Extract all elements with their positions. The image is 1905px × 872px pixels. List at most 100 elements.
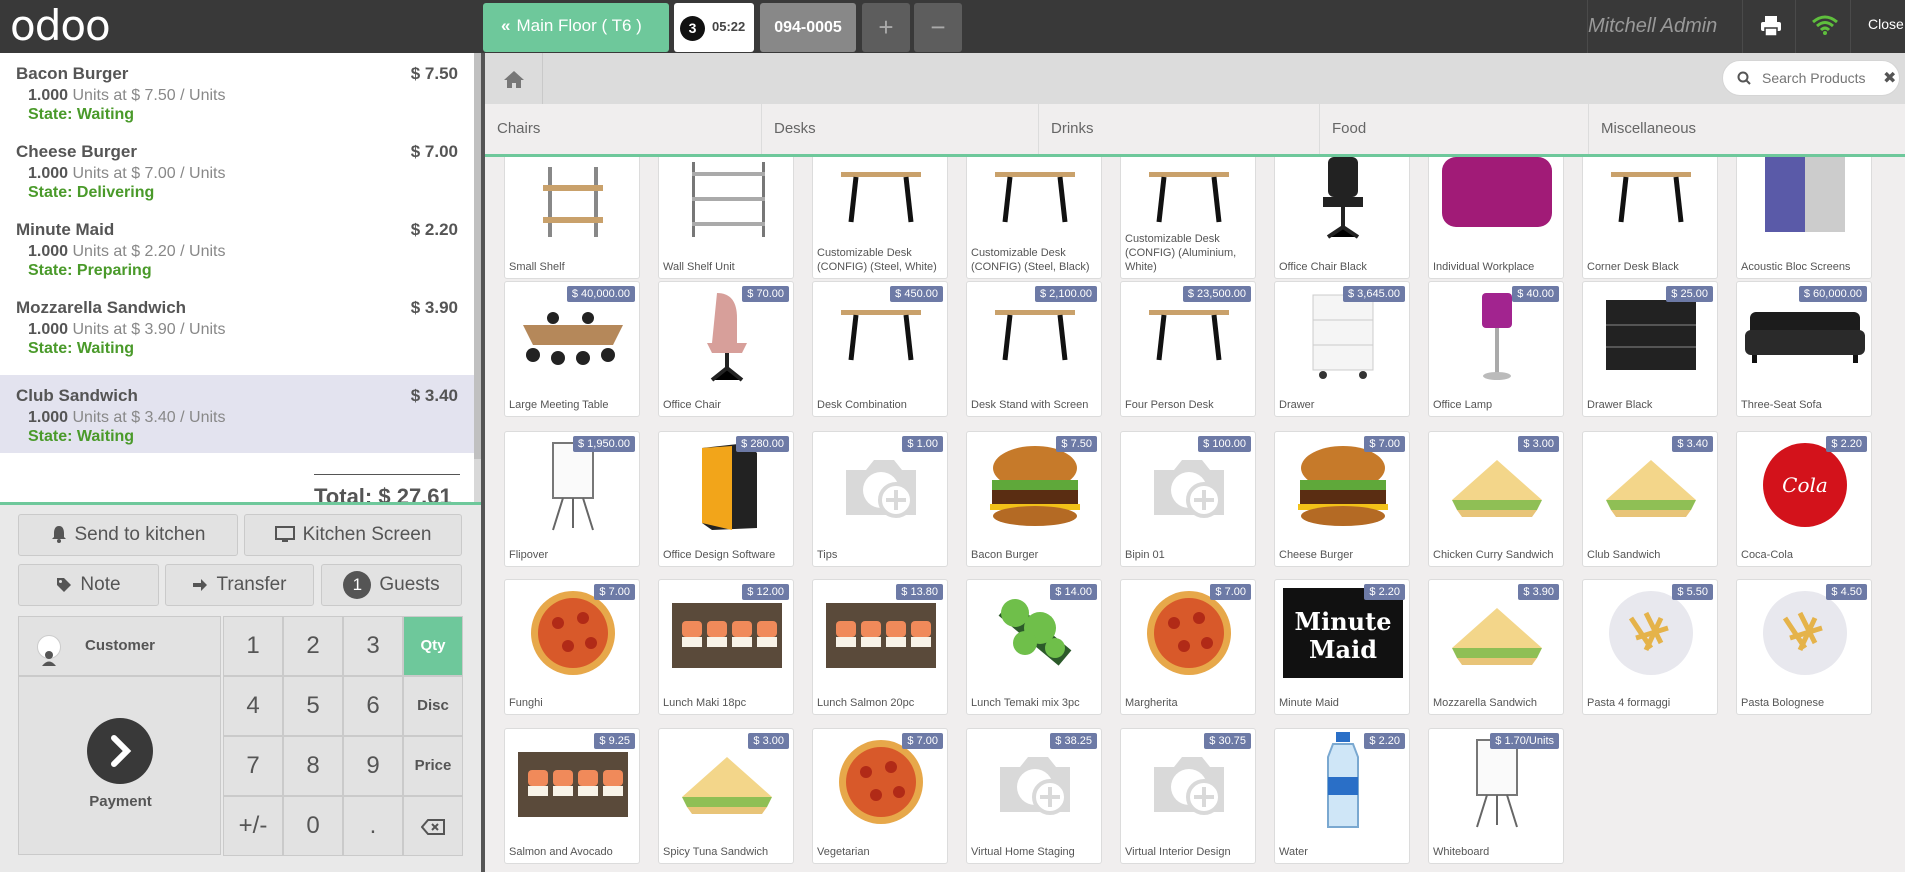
add-order-button[interactable]: + xyxy=(862,3,910,52)
line-units: 1.000 Units at $ 2.20 / Units xyxy=(28,243,226,260)
product-tile[interactable]: $ 7.00 Margherita xyxy=(1120,579,1256,715)
product-tile[interactable]: $ 2,100.00 Desk Stand with Screen xyxy=(966,281,1102,417)
product-tile[interactable]: $ 7.50 Bacon Burger xyxy=(966,431,1102,567)
product-tile[interactable]: $ 1.70/Units Whiteboard xyxy=(1428,728,1564,864)
product-price: $ 7.00 xyxy=(594,584,635,600)
search-input[interactable] xyxy=(1762,68,1882,88)
category-chairs[interactable]: Chairs xyxy=(485,104,762,154)
product-tile[interactable]: $ 450.00 Desk Combination xyxy=(812,281,948,417)
key-7[interactable]: 7 xyxy=(223,736,283,796)
transfer-button[interactable]: Transfer xyxy=(165,564,314,606)
product-tile[interactable]: $ 7.00 Vegetarian xyxy=(812,728,948,864)
price-mode-button[interactable]: Price xyxy=(403,736,463,796)
key-5[interactable]: 5 xyxy=(283,676,343,736)
kitchen-screen-button[interactable]: Kitchen Screen xyxy=(244,514,462,556)
order-line-selected[interactable]: Club Sandwich $ 3.40 1.000 Units at $ 3.… xyxy=(0,375,474,453)
key-8[interactable]: 8 xyxy=(283,736,343,796)
product-tile[interactable]: $ 3,645.00 Drawer xyxy=(1274,281,1410,417)
product-tile[interactable]: $ 60,000.00 Three-Seat Sofa xyxy=(1736,281,1872,417)
printer-icon[interactable] xyxy=(1760,15,1782,42)
product-tile[interactable]: Customizable Desk (CONFIG) (Steel, White… xyxy=(812,157,948,279)
category-drinks[interactable]: Drinks xyxy=(1039,104,1320,154)
active-order-tab[interactable]: 3 05:22 xyxy=(674,3,754,52)
floor-label: Main Floor ( T6 ) xyxy=(516,16,642,35)
key-2[interactable]: 2 xyxy=(283,616,343,676)
key-9[interactable]: 9 xyxy=(343,736,403,796)
note-button[interactable]: Note xyxy=(18,564,159,606)
product-tile[interactable]: Corner Desk Black xyxy=(1582,157,1718,279)
product-price: $ 23,500.00 xyxy=(1182,286,1251,302)
product-tile[interactable]: $ 7.00 Cheese Burger xyxy=(1274,431,1410,567)
product-tile[interactable]: $ 3.40 Club Sandwich xyxy=(1582,431,1718,567)
product-price: $ 7.50 xyxy=(1056,436,1097,452)
product-tile[interactable]: $ 100.00 Bipin 01 xyxy=(1120,431,1256,567)
product-tile[interactable]: $ 13.80 Lunch Salmon 20pc xyxy=(812,579,948,715)
guests-button[interactable]: 1 Guests xyxy=(321,564,462,606)
product-price: $ 450.00 xyxy=(890,286,943,302)
key-plus-minus[interactable]: +/- xyxy=(223,796,283,856)
category-miscellaneous[interactable]: Miscellaneous xyxy=(1589,104,1905,154)
disc-mode-button[interactable]: Disc xyxy=(403,676,463,736)
order-line[interactable]: Minute Maid $ 2.20 1.000 Units at $ 2.20… xyxy=(0,209,474,287)
order-scrollbar[interactable] xyxy=(474,53,481,502)
product-price: $ 7.00 xyxy=(1364,436,1405,452)
product-tile[interactable]: $ 23,500.00 Four Person Desk xyxy=(1120,281,1256,417)
product-name: Pasta 4 formaggi xyxy=(1587,697,1671,709)
order-line[interactable]: Mozzarella Sandwich $ 3.90 1.000 Units a… xyxy=(0,287,474,365)
key-1[interactable]: 1 xyxy=(223,616,283,676)
product-tile[interactable]: $ 4.50 Pasta Bolognese xyxy=(1736,579,1872,715)
order-line[interactable]: Cheese Burger $ 7.00 1.000 Units at $ 7.… xyxy=(0,131,474,209)
product-tile[interactable]: Customizable Desk (CONFIG) (Aluminium, W… xyxy=(1120,157,1256,279)
product-name: Drawer xyxy=(1279,399,1315,411)
key-decimal[interactable]: . xyxy=(343,796,403,856)
qty-mode-button[interactable]: Qty xyxy=(403,616,463,676)
product-tile[interactable]: Acoustic Bloc Screens xyxy=(1736,157,1872,279)
backspace-button[interactable] xyxy=(403,796,463,856)
product-tile[interactable]: $ 38.25 Virtual Home Staging xyxy=(966,728,1102,864)
line-units: 1.000 Units at $ 7.00 / Units xyxy=(28,165,226,182)
order-line[interactable]: Bacon Burger $ 7.50 1.000 Units at $ 7.5… xyxy=(0,53,474,131)
product-name: Wall Shelf Unit xyxy=(663,261,735,273)
product-tile[interactable]: $ 280.00 Office Design Software xyxy=(658,431,794,567)
remove-order-button[interactable]: − xyxy=(914,3,962,52)
product-tile[interactable]: $ 3.00 Spicy Tuna Sandwich xyxy=(658,728,794,864)
product-tile[interactable]: Cola $ 2.20 Coca-Cola xyxy=(1736,431,1872,567)
product-tile[interactable]: $ 2.20 Water xyxy=(1274,728,1410,864)
product-tile[interactable]: $ 3.90 Mozzarella Sandwich xyxy=(1428,579,1564,715)
product-tile[interactable]: $ 30.75 Virtual Interior Design xyxy=(1120,728,1256,864)
product-tile[interactable]: Minute Maid $ 2.20 Minute Maid xyxy=(1274,579,1410,715)
product-tile[interactable]: $ 1.00 Tips xyxy=(812,431,948,567)
product-tile[interactable]: $ 25.00 Drawer Black xyxy=(1582,281,1718,417)
product-tile[interactable]: $ 7.00 Funghi xyxy=(504,579,640,715)
search-box[interactable]: ✖ xyxy=(1722,60,1900,96)
customer-button[interactable]: Customer xyxy=(18,616,221,676)
product-tile[interactable]: Customizable Desk (CONFIG) (Steel, Black… xyxy=(966,157,1102,279)
category-desks[interactable]: Desks xyxy=(762,104,1039,154)
key-6[interactable]: 6 xyxy=(343,676,403,736)
product-tile[interactable]: $ 14.00 Lunch Temaki mix 3pc xyxy=(966,579,1102,715)
product-tile[interactable]: $ 40,000.00 Large Meeting Table xyxy=(504,281,640,417)
key-0[interactable]: 0 xyxy=(283,796,343,856)
product-tile[interactable]: Office Chair Black xyxy=(1274,157,1410,279)
clear-search-icon[interactable]: ✖ xyxy=(1883,68,1896,88)
category-food[interactable]: Food xyxy=(1320,104,1589,154)
key-4[interactable]: 4 xyxy=(223,676,283,736)
scrollbar-thumb[interactable] xyxy=(474,53,481,459)
product-tile[interactable]: Individual Workplace xyxy=(1428,157,1564,279)
close-button[interactable]: Close xyxy=(1868,16,1904,32)
product-tile[interactable]: $ 5.50 Pasta 4 formaggi xyxy=(1582,579,1718,715)
floor-back-button[interactable]: « Main Floor ( T6 ) xyxy=(483,3,669,52)
home-button[interactable] xyxy=(485,53,543,104)
order-tab[interactable]: 094-0005 xyxy=(760,3,856,52)
send-to-kitchen-button[interactable]: Send to kitchen xyxy=(18,514,238,556)
key-3[interactable]: 3 xyxy=(343,616,403,676)
product-tile[interactable]: Small Shelf xyxy=(504,157,640,279)
payment-button[interactable]: Payment xyxy=(18,676,221,855)
product-tile[interactable]: $ 3.00 Chicken Curry Sandwich xyxy=(1428,431,1564,567)
product-tile[interactable]: $ 70.00 Office Chair xyxy=(658,281,794,417)
product-tile[interactable]: $ 9.25 Salmon and Avocado xyxy=(504,728,640,864)
product-tile[interactable]: Wall Shelf Unit xyxy=(658,157,794,279)
product-tile[interactable]: $ 40.00 Office Lamp xyxy=(1428,281,1564,417)
product-tile[interactable]: $ 1,950.00 Flipover xyxy=(504,431,640,567)
product-tile[interactable]: $ 12.00 Lunch Maki 18pc xyxy=(658,579,794,715)
